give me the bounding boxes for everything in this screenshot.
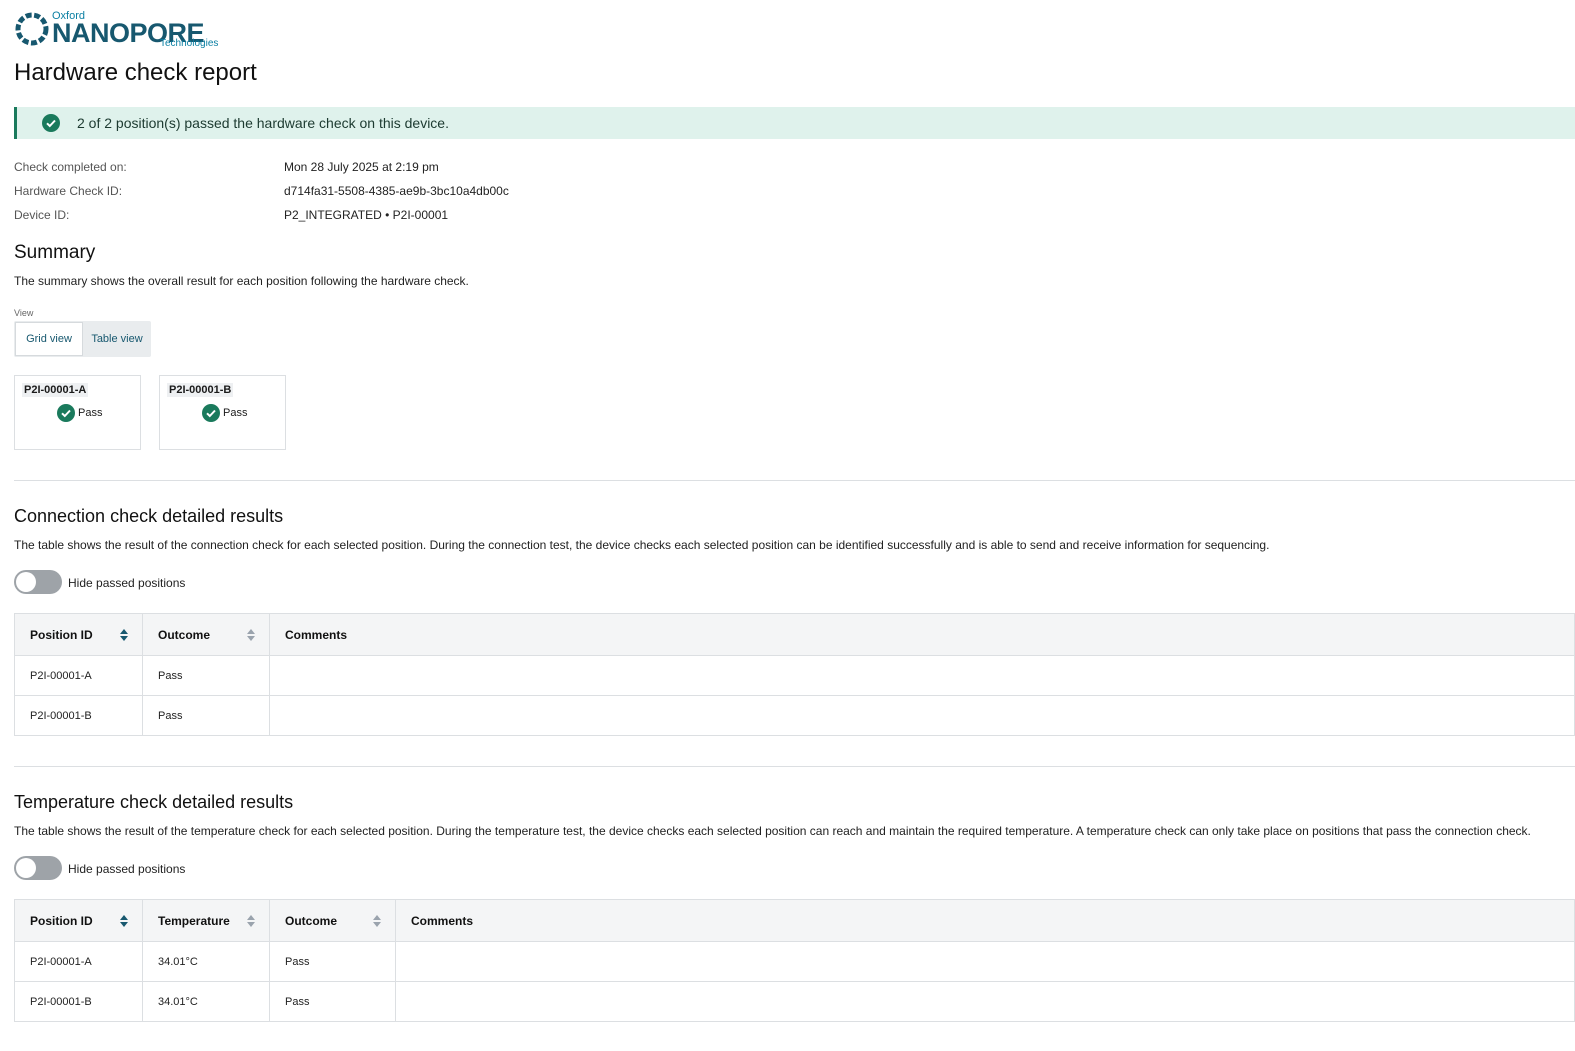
cell-position-id: P2I-00001-B [14,695,143,736]
position-card-id: P2I-00001-B [167,383,234,397]
check-circle-icon [42,114,60,132]
cell-outcome: Pass [142,695,270,736]
view-label: View [14,308,34,318]
position-card-id: P2I-00001-A [22,383,89,397]
cell-position-id: P2I-00001-B [14,981,143,1022]
sort-icon[interactable] [247,915,255,927]
connection-title: Connection check detailed results [14,506,284,526]
toggle-knob [16,858,36,878]
temperature-table: Position ID Temperature Outcome Comments… [14,899,1575,1022]
sort-icon[interactable] [247,629,255,641]
status-text: Pass [223,406,248,419]
column-header-position-id[interactable]: Position ID [14,613,143,656]
cell-comments [395,941,1575,982]
grid-view-button[interactable]: Grid view [16,323,82,355]
hide-passed-label: Hide passed positions [68,862,186,876]
cell-outcome: Pass [142,655,270,696]
column-header-temperature[interactable]: Temperature [142,899,270,942]
section-divider [14,480,1575,481]
nanopore-logo-icon [15,12,49,46]
hide-passed-toggle[interactable] [14,856,62,880]
position-card: P2I-00001-A Pass [14,375,141,450]
sort-icon[interactable] [373,915,381,927]
cell-comments [269,655,1575,696]
column-header-position-id[interactable]: Position ID [14,899,143,942]
meta-label-check-id: Hardware Check ID: [14,184,123,198]
view-switcher: Grid view Table view [14,321,151,357]
meta-value-device-id: P2_INTEGRATED • P2I-00001 [284,208,449,222]
connection-description: The table shows the result of the connec… [14,538,1270,552]
position-card-status: Pass [57,404,102,422]
cell-position-id: P2I-00001-A [14,941,143,982]
meta-value-completed: Mon 28 July 2025 at 2:19 pm [284,160,439,174]
summary-title: Summary [14,242,96,263]
meta-value-check-id: d714fa31-5508-4385-ae9b-3bc10a4db00c [284,184,509,198]
logo: Oxford NANOPORE Technologies [14,10,229,52]
column-header-comments: Comments [269,613,1575,656]
result-banner: 2 of 2 position(s) passed the hardware c… [14,107,1575,139]
column-header-outcome[interactable]: Outcome [142,613,270,656]
meta-label-device-id: Device ID: [14,208,70,222]
column-header-comments: Comments [395,899,1575,942]
cell-outcome: Pass [269,941,396,982]
banner-text: 2 of 2 position(s) passed the hardware c… [77,115,449,131]
check-circle-icon [57,404,75,422]
table-view-button[interactable]: Table view [84,323,150,355]
status-text: Pass [78,406,103,419]
meta-label-completed: Check completed on: [14,160,127,174]
table-row: P2I-00001-B 34.01°C Pass [14,981,1575,1022]
table-row: P2I-00001-A Pass [14,655,1575,696]
cell-outcome: Pass [269,981,396,1022]
cell-position-id: P2I-00001-A [14,655,143,696]
position-card: P2I-00001-B Pass [159,375,286,450]
summary-description: The summary shows the overall result for… [14,274,469,288]
hide-passed-toggle[interactable] [14,570,62,594]
table-row: P2I-00001-A 34.01°C Pass [14,941,1575,982]
sort-icon[interactable] [120,915,128,927]
position-card-status: Pass [202,404,247,422]
cell-comments [269,695,1575,736]
page-title: Hardware check report [14,59,257,86]
cell-comments [395,981,1575,1022]
section-divider [14,766,1575,767]
logo-technologies: Technologies [160,38,219,49]
table-row: P2I-00001-B Pass [14,695,1575,736]
check-circle-icon [202,404,220,422]
cell-temperature: 34.01°C [142,981,270,1022]
connection-table: Position ID Outcome Comments P2I-00001-A… [14,613,1575,736]
column-header-outcome[interactable]: Outcome [269,899,396,942]
temperature-title: Temperature check detailed results [14,792,294,812]
cell-temperature: 34.01°C [142,941,270,982]
hide-passed-label: Hide passed positions [68,576,186,590]
toggle-knob [16,572,36,592]
temperature-description: The table shows the result of the temper… [14,824,1531,838]
sort-icon[interactable] [120,629,128,641]
